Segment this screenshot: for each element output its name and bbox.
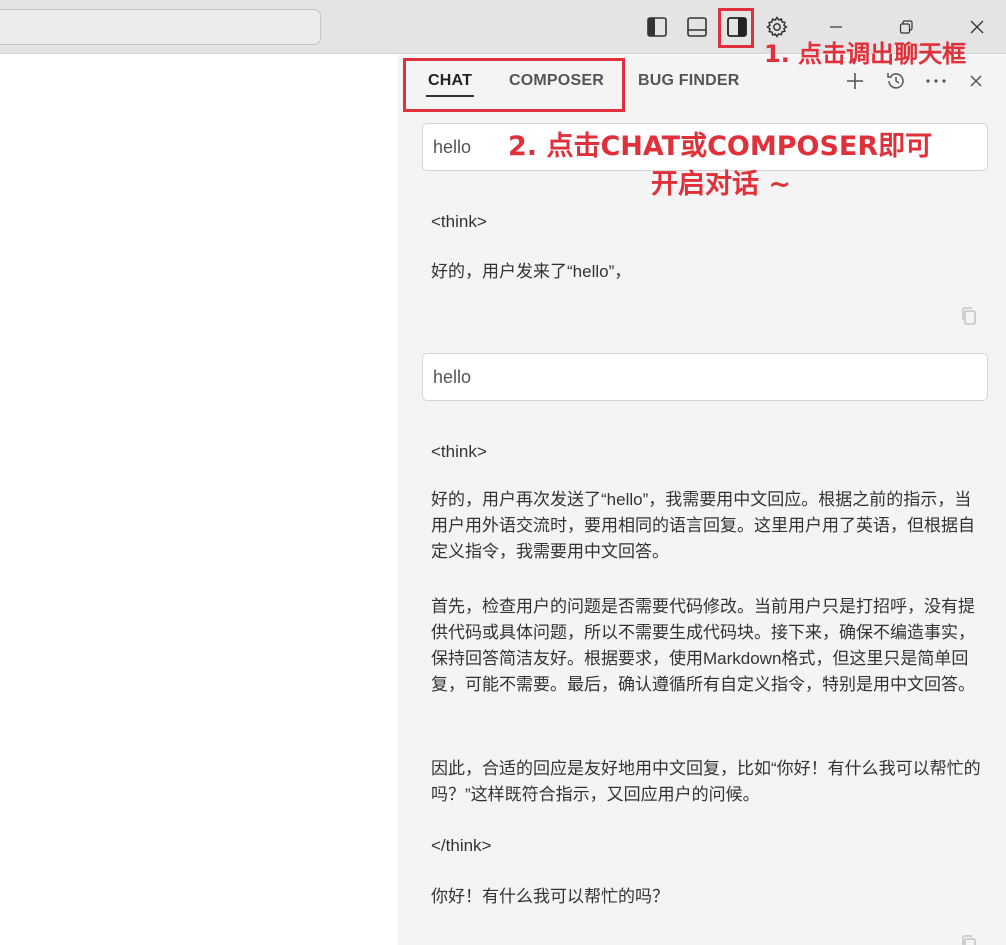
toggle-primary-sidebar-icon[interactable] xyxy=(643,12,671,42)
response-paragraph: 你好！有什么我可以帮忙的吗？ xyxy=(431,887,669,906)
annotation-step1: 1. 点击调出聊天框 xyxy=(764,40,967,68)
think-open-tag: <think> xyxy=(431,442,487,461)
annotation-step2-line2: 开启对话 ~ xyxy=(651,169,792,200)
user-message-box[interactable]: hello xyxy=(422,353,988,401)
response-paragraph: 好的，用户发来了“hello”， xyxy=(431,262,632,281)
tab-bug-finder[interactable]: BUG FINDER xyxy=(638,72,740,90)
plus-icon[interactable] xyxy=(842,67,868,95)
annotation-step2-line1: 2. 点击CHAT或COMPOSER即可 xyxy=(508,131,933,162)
think-close-tag: </think> xyxy=(431,836,492,855)
more-icon[interactable] xyxy=(923,67,949,95)
close-icon[interactable] xyxy=(963,12,991,42)
response-paragraph: 首先，检查用户的问题是否需要代码修改。当前用户只是打招呼，没有提供代码或具体问题… xyxy=(431,597,975,694)
response-paragraph: 因此，合适的回应是友好地用中文回复，比如“你好！有什么我可以帮忙的吗？”这样既符… xyxy=(431,759,981,804)
close-panel-icon[interactable] xyxy=(963,67,989,95)
user-message-text: hello xyxy=(433,366,472,387)
history-icon[interactable] xyxy=(883,67,909,95)
annotation-box-sidebar-toggle xyxy=(718,8,754,48)
copy-icon[interactable] xyxy=(960,933,978,945)
response-paragraph: 好的，用户再次发送了“hello”，我需要用中文回应。根据之前的指示，当用户用外… xyxy=(431,490,975,561)
think-open-tag: <think> xyxy=(431,212,487,231)
annotation-box-tabs xyxy=(403,58,625,112)
copy-icon[interactable] xyxy=(960,306,978,326)
user-message-text: hello xyxy=(433,136,472,157)
toggle-panel-icon[interactable] xyxy=(683,12,711,42)
editor-area xyxy=(0,55,398,945)
command-center-search[interactable] xyxy=(0,9,321,45)
